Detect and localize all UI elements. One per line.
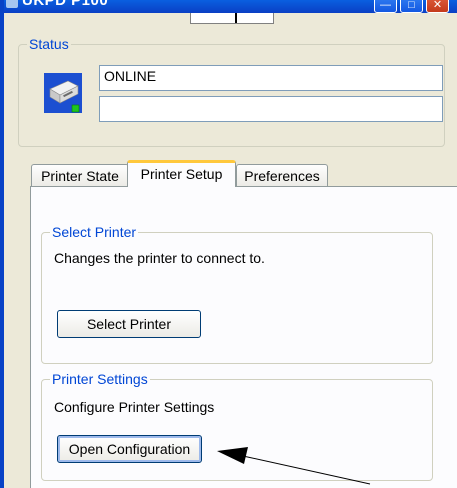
tab-printer-setup[interactable]: Printer Setup [127,160,236,187]
arrow-icon [217,447,371,485]
